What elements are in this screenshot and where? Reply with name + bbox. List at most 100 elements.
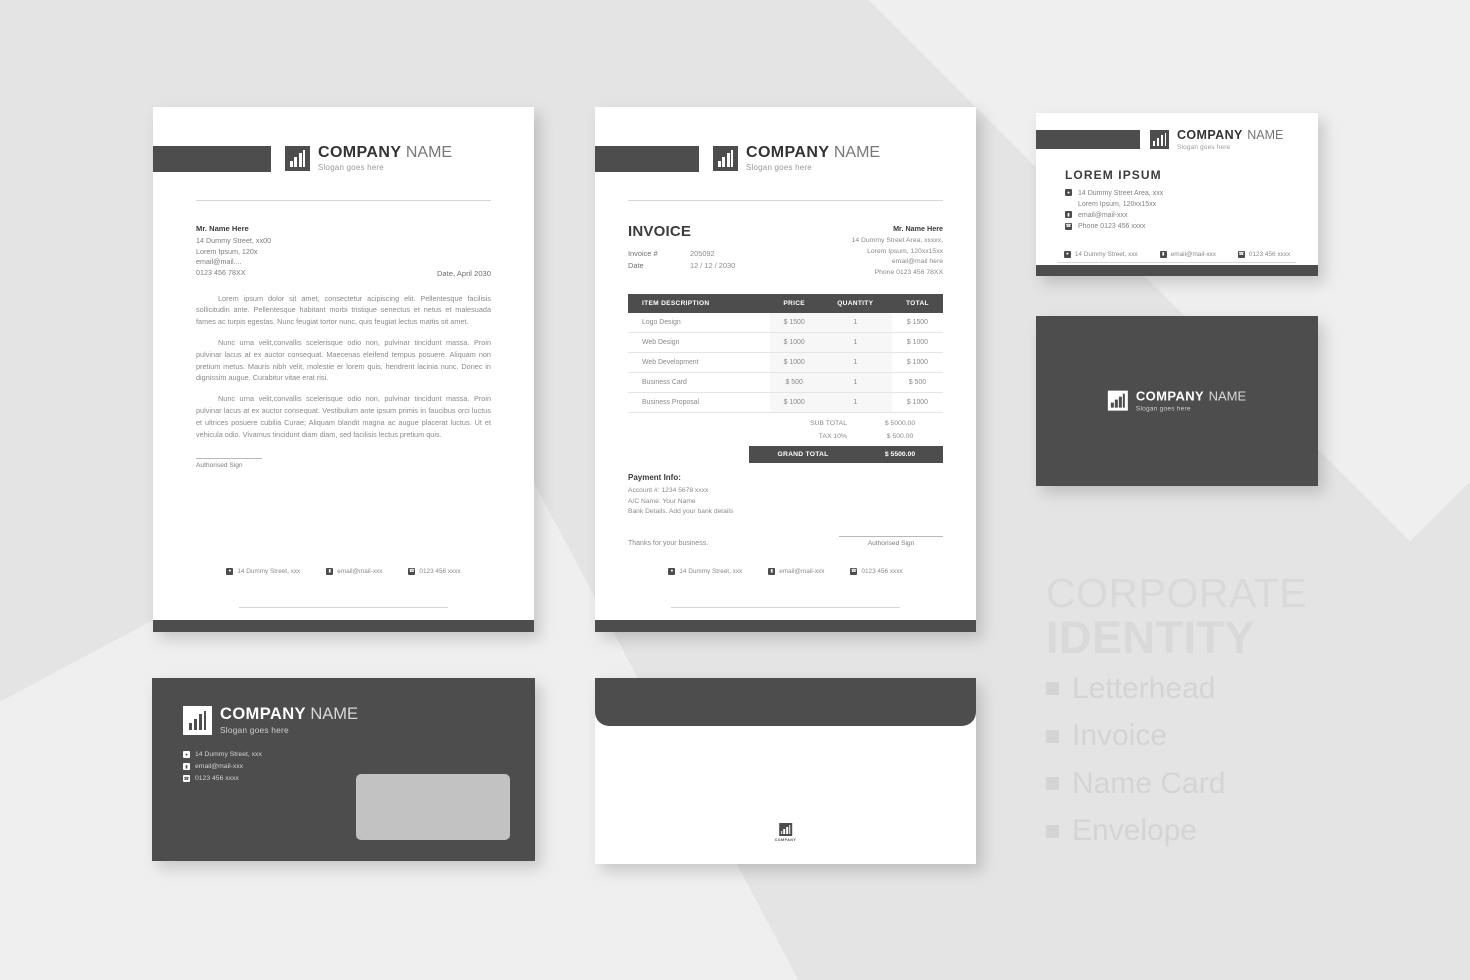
bar-chart-icon: [1150, 129, 1169, 149]
caption-item-label: Letterhead: [1072, 671, 1216, 705]
logo-lockup: COMPANY NAME Slogan goes here: [1150, 127, 1283, 152]
footer-address: ● 14 Dummy Street, xxx: [226, 568, 300, 575]
thanks-text: Thanks for your business.: [628, 539, 709, 547]
name-card-back-mockup[interactable]: COMPANY NAME Slogan goes here: [1036, 316, 1318, 486]
tax-value: $ 500.00: [886, 433, 914, 441]
footer-divider: [239, 607, 448, 608]
invoice-signature: Authorised Sign: [839, 535, 943, 547]
letterhead-paragraph: Nunc urna velit,convallis scelerisque od…: [196, 337, 491, 383]
footer-address: ● 14 Dummy Street, xxx: [668, 568, 742, 575]
card-address-line-2: Lorem Ipsum, 120xx15xx: [1065, 199, 1318, 210]
footer-address-text: 14 Dummy Street, xxx: [1074, 251, 1138, 258]
cell-item: Logo Design: [628, 313, 770, 334]
cell-quantity: 1: [818, 313, 892, 334]
footer-phone: ☎ 0123 456 xxxx: [850, 568, 903, 575]
name-card-front-mockup[interactable]: COMPANY NAME Slogan goes here LOREM IPSU…: [1036, 113, 1318, 276]
bill-to-line-2: Lorem Ipsum, 120xx15xx: [867, 247, 943, 255]
logo-lockup: COMPANY NAME Slogan goes here: [183, 706, 535, 735]
square-bullet-icon: [1046, 824, 1059, 838]
footer-email: ▮ email@mail-xxx: [326, 568, 382, 575]
invoice-date-value: 12 / 12 / 2030: [690, 261, 736, 271]
cell-price: $ 1000: [769, 332, 819, 354]
cell-total: $ 1000: [891, 352, 943, 374]
grand-total-label: GRAND TOTAL: [749, 446, 857, 464]
invoice-mockup[interactable]: COMPANY NAME Slogan goes here INVOICE In…: [595, 107, 976, 632]
footer-email: ▮ email@mail-xxx: [1159, 251, 1216, 258]
caption-line-1: CORPORATE: [1046, 570, 1308, 616]
cell-total: $ 1000: [891, 392, 943, 414]
logo-name-text: NAME: [310, 705, 359, 724]
envelope-address-window: [356, 774, 510, 840]
grand-total-value: $ 5500.00: [857, 446, 943, 464]
bill-to-name: Mr. Name Here: [893, 224, 943, 234]
footer-address: ● 14 Dummy Street, xxx: [1063, 251, 1138, 258]
invoice-header: COMPANY NAME Slogan goes here: [595, 144, 976, 172]
table-row: Logo Design $ 1500 1 $ 1500: [628, 313, 943, 334]
letterhead-mockup[interactable]: COMPANY NAME Slogan goes here Mr. Name H…: [153, 107, 534, 632]
invoice-bottom-band: [595, 620, 976, 632]
cell-total: $ 1000: [891, 332, 943, 354]
footer-email-text: email@mail-xxx: [1170, 251, 1216, 258]
phone-icon: ☎: [1065, 222, 1072, 230]
signature-line: [839, 535, 943, 537]
caption-item-label: Name Card: [1072, 766, 1226, 800]
letterhead-bottom-band: [153, 620, 534, 632]
payment-info: Payment Info: Account #: 1234 5678 xxxx …: [628, 473, 943, 517]
caption-item-envelope: Envelope: [1046, 809, 1346, 853]
phone-icon: ☎: [183, 775, 190, 783]
envelope-dark-mockup[interactable]: COMPANY NAME Slogan goes here ● 14 Dummy…: [152, 678, 535, 861]
invoice-meta: Invoice # 205092 Date 12 / 12 / 2030: [628, 248, 735, 272]
envelope-icon: ▮: [1159, 251, 1167, 258]
recipient-name: Mr. Name Here: [196, 224, 249, 234]
envelope-white-mockup[interactable]: COMPANY: [595, 678, 976, 864]
recipient-line-2: Lorem Ipsum, 120x: [196, 246, 258, 256]
card-email-text: email@mail-xxx: [1078, 211, 1128, 219]
cell-item: Web Design: [628, 332, 770, 354]
caption-item-name-card: Name Card: [1046, 762, 1346, 806]
cell-total: $ 500: [891, 372, 943, 394]
footer-divider: [1058, 262, 1296, 263]
card-phone-text: Phone 0123 456 xxxx: [1078, 223, 1146, 231]
envelope-icon: ▮: [326, 568, 334, 575]
logo-name-text: NAME: [1247, 128, 1284, 142]
location-pin-icon: ●: [668, 568, 676, 575]
recipient-line-4: 0123 456 78XX: [196, 268, 246, 278]
subtotal-row: SUB TOTAL $ 5000.00: [628, 417, 943, 430]
payment-info-title: Payment Info:: [628, 473, 681, 483]
cell-quantity: 1: [818, 372, 892, 394]
location-pin-icon: ●: [1065, 189, 1072, 197]
logo-slogan: Slogan goes here: [1135, 405, 1191, 413]
recipient-line-3: email@mail....: [196, 257, 242, 267]
footer-divider: [671, 607, 900, 608]
column-header-price: PRICE: [769, 294, 819, 314]
logo-name-text: NAME: [405, 144, 453, 161]
logo-slogan: Slogan goes here: [220, 724, 289, 735]
invoice-items-table: ITEM DESCRIPTION PRICE QUANTITY TOTAL Lo…: [628, 294, 943, 414]
envelope-logo-caption: COMPANY: [774, 838, 797, 842]
column-header-quantity: QUANTITY: [818, 294, 892, 314]
invoice-number-value: 205092: [690, 249, 715, 259]
invoice-date-label: Date: [628, 261, 644, 271]
logo-name-text: NAME: [1208, 388, 1247, 404]
payment-account: Account #: 1234 5678 xxxx: [628, 487, 709, 495]
tax-label: TAX 10%: [818, 433, 847, 441]
bar-chart-icon: [183, 706, 212, 735]
footer-phone-text: 0123 456 xxxx: [1248, 251, 1291, 258]
cell-price: $ 1500: [769, 313, 819, 334]
envelope-address-text: 14 Dummy Street, xxx: [195, 751, 262, 758]
envelope-icon: ▮: [768, 568, 776, 575]
bar-chart-icon: [285, 146, 310, 172]
logo-slogan: Slogan goes here: [318, 162, 384, 172]
payment-ac-name: A/C Name: Your Name: [628, 497, 696, 505]
footer-email-text: email@mail-xxx: [779, 568, 825, 575]
logo-company-text: COMPANY: [1135, 388, 1205, 404]
subtotal-label: SUB TOTAL: [809, 420, 847, 428]
envelope-icon: ▮: [1065, 211, 1072, 219]
caption-item-label: Envelope: [1072, 814, 1198, 848]
invoice-title: INVOICE: [628, 223, 692, 241]
signature-label: Authorised Sign: [867, 539, 915, 547]
envelope-email-text: email@mail-xxx: [195, 762, 244, 770]
envelope-address-line: ● 14 Dummy Street, xxx: [183, 749, 535, 761]
recipient-line-1: 14 Dummy Street, xx00: [196, 236, 272, 246]
cell-quantity: 1: [818, 332, 892, 354]
